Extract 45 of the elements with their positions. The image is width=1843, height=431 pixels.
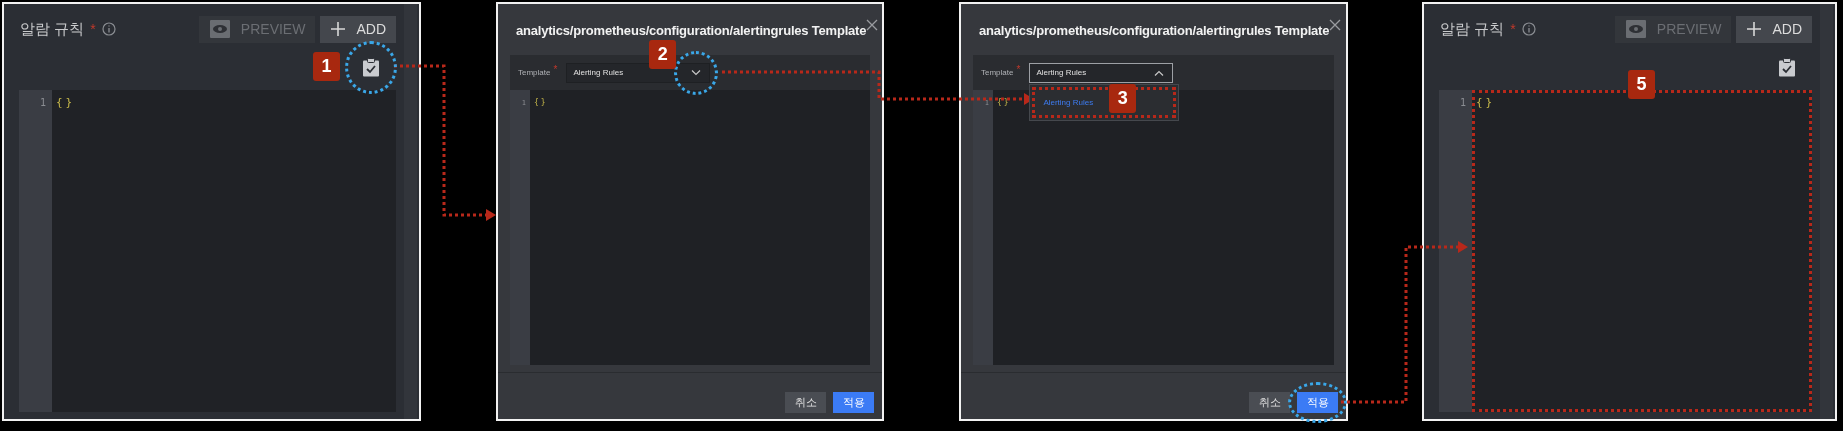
plus-icon <box>1746 21 1763 37</box>
code-text: {} <box>1476 96 1496 110</box>
add-button[interactable]: ADD <box>320 15 396 43</box>
field-label: 알람 규칙 <box>1440 19 1505 39</box>
step-badge: 3 <box>1109 83 1137 113</box>
info-icon[interactable] <box>1521 22 1536 36</box>
required-mark: * <box>90 21 96 37</box>
clipboard-check-icon[interactable] <box>362 57 380 77</box>
highlight-circle <box>345 40 397 94</box>
cancel-button[interactable]: 취소 <box>785 392 826 413</box>
chevron-up-icon[interactable] <box>1154 69 1165 76</box>
field-label: 알람 규칙 <box>20 19 85 39</box>
step-badge: 5 <box>1628 70 1655 99</box>
code-text: {} <box>997 97 1011 109</box>
eye-icon <box>208 19 231 39</box>
line-number: 1 <box>38 96 47 110</box>
step-badge: 1 <box>313 51 340 81</box>
code-editor[interactable]: 1 {} <box>19 90 396 412</box>
clipboard-check-icon[interactable] <box>1778 57 1796 77</box>
required-mark: * <box>553 64 558 75</box>
plus-icon <box>330 21 347 37</box>
apply-button[interactable]: 적용 <box>1297 392 1338 413</box>
required-mark: * <box>1016 64 1021 75</box>
template-select[interactable]: Alerting Rules <box>1029 62 1174 83</box>
code-text: {} <box>534 97 548 109</box>
template-select[interactable]: Alerting Rules <box>566 62 711 83</box>
highlight-circle <box>1288 382 1347 423</box>
dropdown-option[interactable]: Alerting Rules <box>1039 93 1098 111</box>
field-label: Template <box>981 68 1014 77</box>
line-number: 1 <box>1458 96 1467 110</box>
cancel-button[interactable]: 취소 <box>1249 392 1290 413</box>
required-mark: * <box>1510 21 1516 37</box>
apply-button[interactable]: 적용 <box>833 392 874 413</box>
close-icon[interactable] <box>1329 19 1342 31</box>
add-button[interactable]: ADD <box>1736 15 1812 43</box>
info-icon[interactable] <box>101 22 116 36</box>
chevron-down-icon[interactable] <box>691 69 702 76</box>
step-badge: 2 <box>649 39 677 69</box>
field-label: Template <box>518 68 551 77</box>
dialog-title: analytics/prometheus/configuration/alertingrules Template <box>979 23 1330 38</box>
eye-icon <box>1624 19 1647 39</box>
close-icon[interactable] <box>866 19 879 31</box>
code-text: {} <box>56 96 76 110</box>
dialog-title: analytics/prometheus/configuration/alertingrules Template <box>516 23 867 38</box>
code-editor[interactable]: 1 {} <box>1439 90 1812 412</box>
